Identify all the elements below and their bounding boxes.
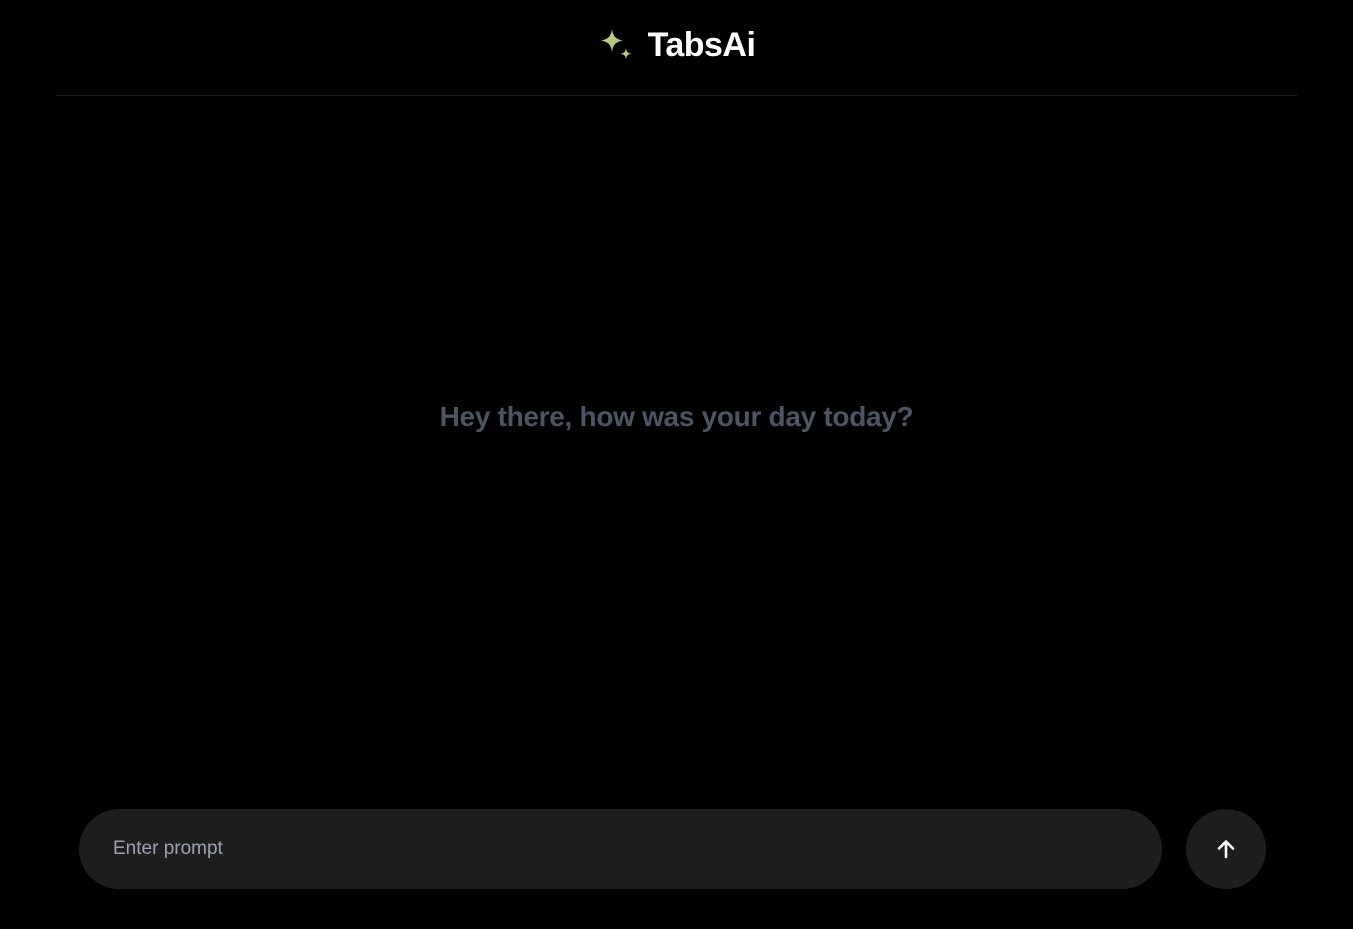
app-title: TabsAi [647,25,756,64]
arrow-up-icon [1217,840,1235,859]
sparkle-icon [600,28,632,59]
prompt-composer[interactable] [79,809,1162,889]
prompt-input[interactable] [111,837,1130,861]
chat-app: TabsAi Hey there, how was your day today… [0,0,1353,929]
app-header: TabsAi [56,0,1297,96]
brand: TabsAi [598,27,756,63]
greeting-message: Hey there, how was your day today? [439,401,914,432]
send-button[interactable] [1186,809,1266,889]
